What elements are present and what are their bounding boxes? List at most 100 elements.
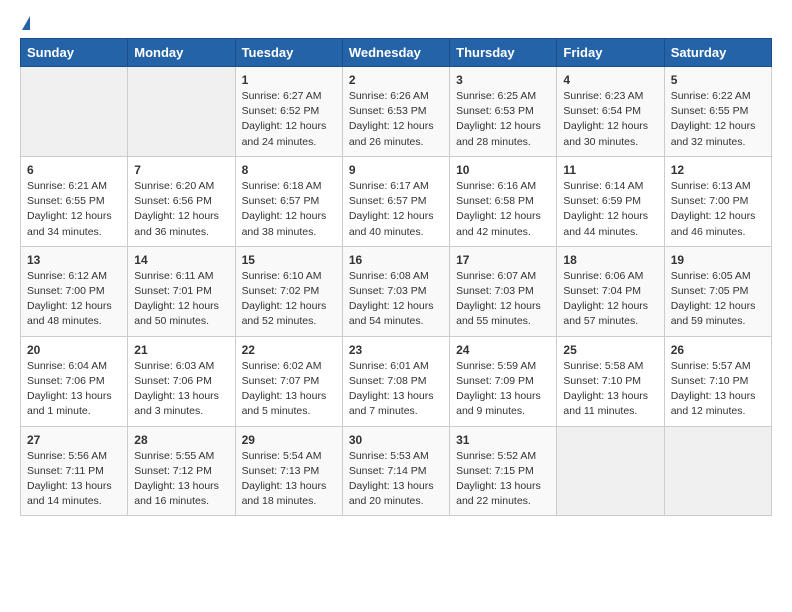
day-number: 17 <box>456 253 550 267</box>
day-info: Sunrise: 6:14 AM Sunset: 6:59 PM Dayligh… <box>563 179 657 240</box>
calendar-cell <box>21 67 128 157</box>
calendar-cell: 14 Sunrise: 6:11 AM Sunset: 7:01 PM Dayli… <box>128 246 235 336</box>
day-number: 10 <box>456 163 550 177</box>
day-header-wednesday: Wednesday <box>342 39 449 67</box>
day-info: Sunrise: 6:21 AM Sunset: 6:55 PM Dayligh… <box>27 179 121 240</box>
calendar-cell: 18 Sunrise: 6:06 AM Sunset: 7:04 PM Dayli… <box>557 246 664 336</box>
day-number: 5 <box>671 73 765 87</box>
calendar-week-5: 27Sunrise: 5:56 AM Sunset: 7:11 PM Dayli… <box>21 426 772 516</box>
calendar-cell <box>557 426 664 516</box>
day-number: 7 <box>134 163 228 177</box>
calendar-cell <box>128 67 235 157</box>
day-info: Sunrise: 5:53 AM Sunset: 7:14 PM Dayligh… <box>349 449 443 510</box>
day-header-friday: Friday <box>557 39 664 67</box>
day-info: Sunrise: 6:13 AM Sunset: 7:00 PM Dayligh… <box>671 179 765 240</box>
logo-triangle-icon <box>22 16 30 30</box>
calendar-header-row: SundayMondayTuesdayWednesdayThursdayFrid… <box>21 39 772 67</box>
calendar-cell: 21Sunrise: 6:03 AM Sunset: 7:06 PM Dayli… <box>128 336 235 426</box>
day-number: 22 <box>242 343 336 357</box>
calendar-cell: 3 Sunrise: 6:25 AM Sunset: 6:53 PM Daylig… <box>450 67 557 157</box>
day-info: Sunrise: 6:03 AM Sunset: 7:06 PM Dayligh… <box>134 359 228 420</box>
calendar-table: SundayMondayTuesdayWednesdayThursdayFrid… <box>20 38 772 516</box>
day-number: 25 <box>563 343 657 357</box>
calendar-cell: 2Sunrise: 6:26 AM Sunset: 6:53 PM Daylig… <box>342 67 449 157</box>
calendar-cell: 20 Sunrise: 6:04 AM Sunset: 7:06 PM Dayli… <box>21 336 128 426</box>
calendar-cell: 5 Sunrise: 6:22 AM Sunset: 6:55 PM Daylig… <box>664 67 771 157</box>
day-info: Sunrise: 5:55 AM Sunset: 7:12 PM Dayligh… <box>134 449 228 510</box>
day-number: 13 <box>27 253 121 267</box>
day-number: 15 <box>242 253 336 267</box>
logo <box>20 16 30 30</box>
day-number: 8 <box>242 163 336 177</box>
day-info: Sunrise: 6:06 AM Sunset: 7:04 PM Dayligh… <box>563 269 657 330</box>
day-info: Sunrise: 5:57 AM Sunset: 7:10 PM Dayligh… <box>671 359 765 420</box>
day-info: Sunrise: 6:22 AM Sunset: 6:55 PM Dayligh… <box>671 89 765 150</box>
day-info: Sunrise: 6:18 AM Sunset: 6:57 PM Dayligh… <box>242 179 336 240</box>
day-number: 14 <box>134 253 228 267</box>
day-info: Sunrise: 6:05 AM Sunset: 7:05 PM Dayligh… <box>671 269 765 330</box>
day-header-sunday: Sunday <box>21 39 128 67</box>
day-number: 27 <box>27 433 121 447</box>
day-info: Sunrise: 5:59 AM Sunset: 7:09 PM Dayligh… <box>456 359 550 420</box>
calendar-cell: 27Sunrise: 5:56 AM Sunset: 7:11 PM Dayli… <box>21 426 128 516</box>
day-info: Sunrise: 6:08 AM Sunset: 7:03 PM Dayligh… <box>349 269 443 330</box>
calendar-cell: 11 Sunrise: 6:14 AM Sunset: 6:59 PM Dayli… <box>557 156 664 246</box>
day-info: Sunrise: 6:11 AM Sunset: 7:01 PM Dayligh… <box>134 269 228 330</box>
day-number: 28 <box>134 433 228 447</box>
calendar-cell <box>664 426 771 516</box>
calendar-cell: 4 Sunrise: 6:23 AM Sunset: 6:54 PM Daylig… <box>557 67 664 157</box>
calendar-week-4: 20 Sunrise: 6:04 AM Sunset: 7:06 PM Dayli… <box>21 336 772 426</box>
page-header <box>20 16 772 30</box>
day-number: 18 <box>563 253 657 267</box>
calendar-cell: 13 Sunrise: 6:12 AM Sunset: 7:00 PM Dayli… <box>21 246 128 336</box>
day-info: Sunrise: 6:25 AM Sunset: 6:53 PM Dayligh… <box>456 89 550 150</box>
day-info: Sunrise: 6:10 AM Sunset: 7:02 PM Dayligh… <box>242 269 336 330</box>
day-info: Sunrise: 6:27 AM Sunset: 6:52 PM Dayligh… <box>242 89 336 150</box>
day-info: Sunrise: 5:54 AM Sunset: 7:13 PM Dayligh… <box>242 449 336 510</box>
calendar-cell: 23 Sunrise: 6:01 AM Sunset: 7:08 PM Dayli… <box>342 336 449 426</box>
day-info: Sunrise: 5:52 AM Sunset: 7:15 PM Dayligh… <box>456 449 550 510</box>
calendar-cell: 24Sunrise: 5:59 AM Sunset: 7:09 PM Dayli… <box>450 336 557 426</box>
calendar-cell: 30 Sunrise: 5:53 AM Sunset: 7:14 PM Dayli… <box>342 426 449 516</box>
day-info: Sunrise: 6:17 AM Sunset: 6:57 PM Dayligh… <box>349 179 443 240</box>
day-info: Sunrise: 6:23 AM Sunset: 6:54 PM Dayligh… <box>563 89 657 150</box>
calendar-cell: 22 Sunrise: 6:02 AM Sunset: 7:07 PM Dayli… <box>235 336 342 426</box>
day-number: 19 <box>671 253 765 267</box>
day-number: 16 <box>349 253 443 267</box>
day-info: Sunrise: 6:04 AM Sunset: 7:06 PM Dayligh… <box>27 359 121 420</box>
day-number: 4 <box>563 73 657 87</box>
day-header-tuesday: Tuesday <box>235 39 342 67</box>
calendar-week-1: 1Sunrise: 6:27 AM Sunset: 6:52 PM Daylig… <box>21 67 772 157</box>
day-number: 12 <box>671 163 765 177</box>
calendar-cell: 28 Sunrise: 5:55 AM Sunset: 7:12 PM Dayli… <box>128 426 235 516</box>
calendar-cell: 10 Sunrise: 6:16 AM Sunset: 6:58 PM Dayli… <box>450 156 557 246</box>
day-header-thursday: Thursday <box>450 39 557 67</box>
calendar-cell: 1Sunrise: 6:27 AM Sunset: 6:52 PM Daylig… <box>235 67 342 157</box>
calendar-cell: 12 Sunrise: 6:13 AM Sunset: 7:00 PM Dayli… <box>664 156 771 246</box>
day-info: Sunrise: 6:02 AM Sunset: 7:07 PM Dayligh… <box>242 359 336 420</box>
day-number: 30 <box>349 433 443 447</box>
day-number: 3 <box>456 73 550 87</box>
day-number: 20 <box>27 343 121 357</box>
day-number: 26 <box>671 343 765 357</box>
calendar-cell: 17 Sunrise: 6:07 AM Sunset: 7:03 PM Dayli… <box>450 246 557 336</box>
day-info: Sunrise: 6:01 AM Sunset: 7:08 PM Dayligh… <box>349 359 443 420</box>
calendar-week-2: 6Sunrise: 6:21 AM Sunset: 6:55 PM Daylig… <box>21 156 772 246</box>
day-info: Sunrise: 6:12 AM Sunset: 7:00 PM Dayligh… <box>27 269 121 330</box>
day-info: Sunrise: 6:16 AM Sunset: 6:58 PM Dayligh… <box>456 179 550 240</box>
day-number: 23 <box>349 343 443 357</box>
day-number: 9 <box>349 163 443 177</box>
calendar-cell: 7Sunrise: 6:20 AM Sunset: 6:56 PM Daylig… <box>128 156 235 246</box>
day-info: Sunrise: 6:07 AM Sunset: 7:03 PM Dayligh… <box>456 269 550 330</box>
calendar-cell: 9 Sunrise: 6:17 AM Sunset: 6:57 PM Daylig… <box>342 156 449 246</box>
day-info: Sunrise: 5:58 AM Sunset: 7:10 PM Dayligh… <box>563 359 657 420</box>
calendar-cell: 16 Sunrise: 6:08 AM Sunset: 7:03 PM Dayli… <box>342 246 449 336</box>
day-info: Sunrise: 6:26 AM Sunset: 6:53 PM Dayligh… <box>349 89 443 150</box>
day-header-monday: Monday <box>128 39 235 67</box>
day-number: 31 <box>456 433 550 447</box>
calendar-cell: 29 Sunrise: 5:54 AM Sunset: 7:13 PM Dayli… <box>235 426 342 516</box>
calendar-cell: 26 Sunrise: 5:57 AM Sunset: 7:10 PM Dayli… <box>664 336 771 426</box>
day-number: 11 <box>563 163 657 177</box>
calendar-cell: 31 Sunrise: 5:52 AM Sunset: 7:15 PM Dayli… <box>450 426 557 516</box>
day-number: 29 <box>242 433 336 447</box>
